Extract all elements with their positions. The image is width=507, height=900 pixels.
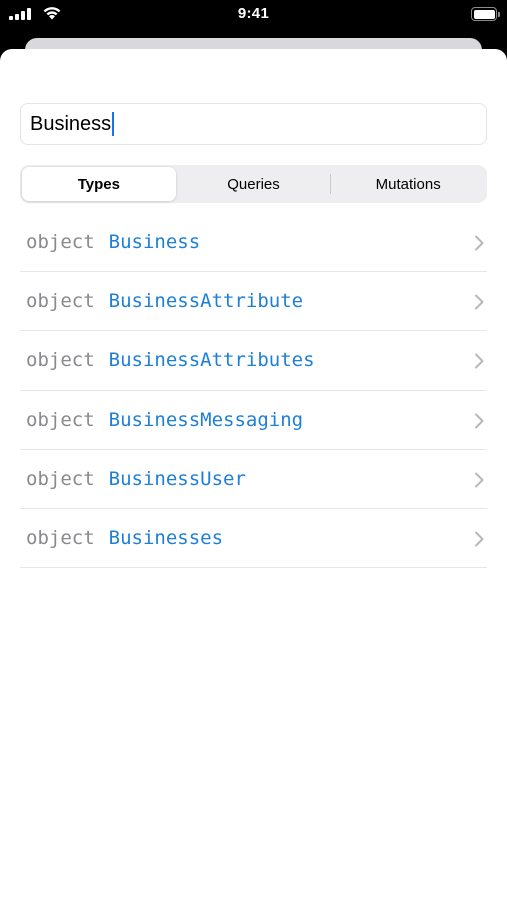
type-kind-label: object — [26, 408, 95, 431]
type-kind-label: object — [26, 349, 95, 372]
chevron-right-icon — [475, 413, 484, 429]
list-item[interactable]: object Businesses — [20, 509, 487, 569]
chevron-right-icon — [475, 294, 484, 310]
chevron-right-icon — [475, 235, 484, 251]
category-segmented-control: Types Queries Mutations — [20, 165, 487, 203]
tab-queries[interactable]: Queries — [177, 167, 331, 201]
results-list: object Business object BusinessAttribute… — [20, 213, 507, 569]
list-item[interactable]: object Business — [20, 213, 487, 273]
type-name: BusinessMessaging — [108, 408, 304, 431]
tab-types[interactable]: Types — [22, 167, 176, 201]
status-bar: 9:41 — [0, 0, 507, 30]
type-kind-label: object — [26, 527, 95, 550]
list-item[interactable]: object BusinessMessaging — [20, 391, 487, 450]
tab-mutations[interactable]: Mutations — [331, 167, 485, 201]
list-item[interactable]: object BusinessUser — [20, 450, 487, 509]
app-screen: 9:41 Business Types Queries Mutations ob… — [0, 0, 507, 900]
chevron-right-icon — [475, 353, 484, 369]
text-caret — [112, 112, 115, 136]
type-name: BusinessAttributes — [108, 349, 315, 372]
list-item[interactable]: object BusinessAttributes — [20, 331, 487, 391]
chevron-right-icon — [475, 472, 484, 488]
search-sheet: Business Types Queries Mutations object … — [0, 49, 507, 900]
type-name: Business — [108, 231, 201, 254]
type-kind-label: object — [26, 290, 95, 313]
list-item[interactable]: object BusinessAttribute — [20, 272, 487, 332]
status-time: 9:41 — [237, 5, 270, 22]
battery-icon — [471, 7, 500, 21]
search-input-value: Business — [30, 112, 112, 135]
type-name: BusinessAttribute — [108, 290, 304, 313]
type-kind-label: object — [26, 231, 95, 254]
type-name: Businesses — [108, 527, 224, 550]
type-name: BusinessUser — [108, 467, 246, 490]
search-input[interactable]: Business — [20, 103, 487, 145]
chevron-right-icon — [475, 531, 484, 547]
type-kind-label: object — [26, 467, 95, 490]
